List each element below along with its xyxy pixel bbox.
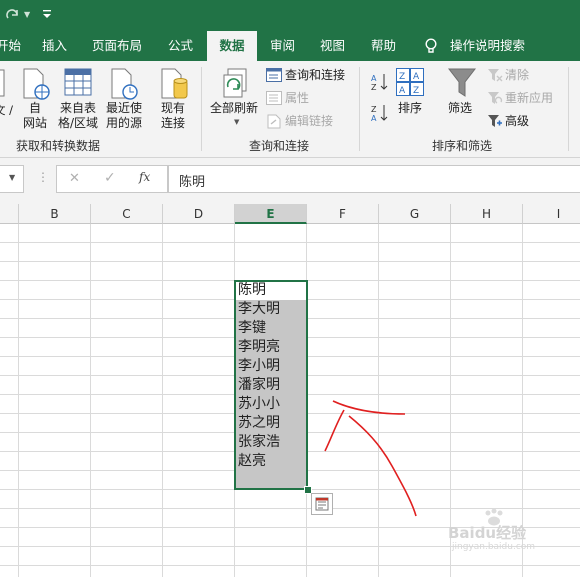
tab-review[interactable]: 审阅 xyxy=(270,31,295,61)
group-label-queries: 查询和连接 xyxy=(249,139,310,153)
group-label-sort-filter: 排序和筛选 xyxy=(432,139,493,153)
ribbon-data: 文 / CSV 自 网站 来自表 格/区域 最近使 用的源 现有 连接 获取和转… xyxy=(0,61,580,158)
tab-insert[interactable]: 插入 xyxy=(42,31,67,61)
queries-connections-icon xyxy=(266,68,282,82)
existing-connections-label-2: 连接 xyxy=(160,116,185,130)
existing-connections-icon xyxy=(160,68,190,100)
svg-text:A: A xyxy=(371,114,377,123)
watermark-text: Baidu经验 xyxy=(448,524,527,542)
svg-text:A: A xyxy=(413,72,420,82)
tab-page-layout[interactable]: 页面布局 xyxy=(92,31,142,61)
more-options-icon[interactable]: ⋮ xyxy=(37,171,49,183)
customize-quick-access-icon[interactable] xyxy=(42,8,52,20)
group-separator xyxy=(568,67,569,151)
chevron-down-icon[interactable]: ▼ xyxy=(9,173,15,182)
from-web-label-1: 自 xyxy=(28,101,41,115)
from-csv-button[interactable]: 文 / CSV xyxy=(0,103,14,118)
clear-filter-button[interactable]: 清除 xyxy=(505,68,529,83)
edit-links-icon xyxy=(266,114,282,129)
filter-icon xyxy=(447,68,477,98)
from-web-label-2: 网站 xyxy=(22,116,47,130)
from-table-icon xyxy=(64,68,92,96)
formula-input[interactable]: 陈明 xyxy=(168,165,580,193)
group-separator xyxy=(359,67,360,151)
tab-help[interactable]: 帮助 xyxy=(371,31,396,61)
formula-buttons: ✕ ✓ fx xyxy=(56,165,168,193)
group-label-get-transform: 获取和转换数据 xyxy=(16,139,101,153)
filter-button[interactable]: 筛选 xyxy=(448,101,472,116)
worksheet-grid[interactable]: B C D E F G H I 陈明 李大明 李键 李明亮 李小明 潘家明 苏小… xyxy=(0,204,580,577)
recent-sources-label-1: 最近使 xyxy=(105,101,142,115)
sort-descending-icon[interactable]: ZA xyxy=(371,103,389,123)
existing-connections-label-1: 现有 xyxy=(160,101,185,115)
watermark-subtext: jingyan.baidu.com xyxy=(452,542,536,552)
recent-sources-icon xyxy=(110,68,138,100)
edit-links-button[interactable]: 编辑链接 xyxy=(285,114,333,129)
svg-text:Z: Z xyxy=(399,72,405,82)
recent-sources-label-2: 用的源 xyxy=(105,116,142,130)
refresh-all-icon xyxy=(222,67,252,101)
properties-button[interactable]: 属性 xyxy=(285,91,309,106)
from-web-button[interactable]: 自 网站 xyxy=(22,101,48,131)
chevron-down-icon[interactable]: ▼ xyxy=(234,118,239,126)
redo-icon[interactable] xyxy=(4,6,22,24)
lightbulb-icon[interactable] xyxy=(424,38,438,55)
formula-value: 陈明 xyxy=(179,175,206,190)
properties-icon xyxy=(266,91,282,105)
tell-me-search[interactable]: 操作说明搜索 xyxy=(450,31,525,61)
svg-text:Z: Z xyxy=(413,86,419,96)
refresh-all-button[interactable]: 全部刷新 xyxy=(210,101,258,116)
from-table-label-1: 来自表 xyxy=(59,101,96,115)
tab-formulas[interactable]: 公式 xyxy=(168,31,193,61)
advanced-filter-icon xyxy=(487,114,503,129)
svg-text:Z: Z xyxy=(371,105,377,114)
reapply-button[interactable]: 重新应用 xyxy=(505,91,553,106)
from-table-button[interactable]: 来自表 格/区域 xyxy=(56,101,100,131)
sort-icon: ZAAZ xyxy=(396,68,426,96)
group-separator xyxy=(201,67,202,151)
tab-data[interactable]: 数据 xyxy=(207,31,257,61)
sort-button[interactable]: 排序 xyxy=(398,101,422,116)
existing-connections-button[interactable]: 现有 连接 xyxy=(156,101,190,131)
svg-text:A: A xyxy=(371,74,377,83)
name-box[interactable]: ▼ xyxy=(0,165,24,193)
ribbon-tabs: 开始 插入 页面布局 公式 数据 审阅 视图 帮助 操作说明搜索 xyxy=(0,31,580,61)
sort-ascending-icon[interactable]: AZ xyxy=(371,72,389,92)
insert-function-icon[interactable]: fx xyxy=(139,170,150,184)
text-csv-icon xyxy=(0,69,6,97)
from-table-label-2: 格/区域 xyxy=(57,116,99,130)
tab-view[interactable]: 视图 xyxy=(320,31,345,61)
chevron-down-icon[interactable]: ▼ xyxy=(24,10,30,19)
tab-home[interactable]: 开始 xyxy=(0,31,21,61)
from-web-icon xyxy=(22,68,50,100)
title-bar: ▼ xyxy=(0,0,580,31)
recent-sources-button[interactable]: 最近使 用的源 xyxy=(102,101,146,131)
baidu-watermark: Baidu经验 jingyan.baidu.com xyxy=(448,508,574,554)
reapply-icon xyxy=(487,91,503,106)
enter-icon[interactable]: ✓ xyxy=(104,170,116,186)
clear-filter-icon xyxy=(487,68,503,83)
svg-text:A: A xyxy=(399,86,406,96)
advanced-filter-button[interactable]: 高级 xyxy=(505,114,529,129)
queries-connections-button[interactable]: 查询和连接 xyxy=(285,68,345,83)
svg-text:Z: Z xyxy=(371,83,377,92)
cancel-icon[interactable]: ✕ xyxy=(69,171,80,186)
